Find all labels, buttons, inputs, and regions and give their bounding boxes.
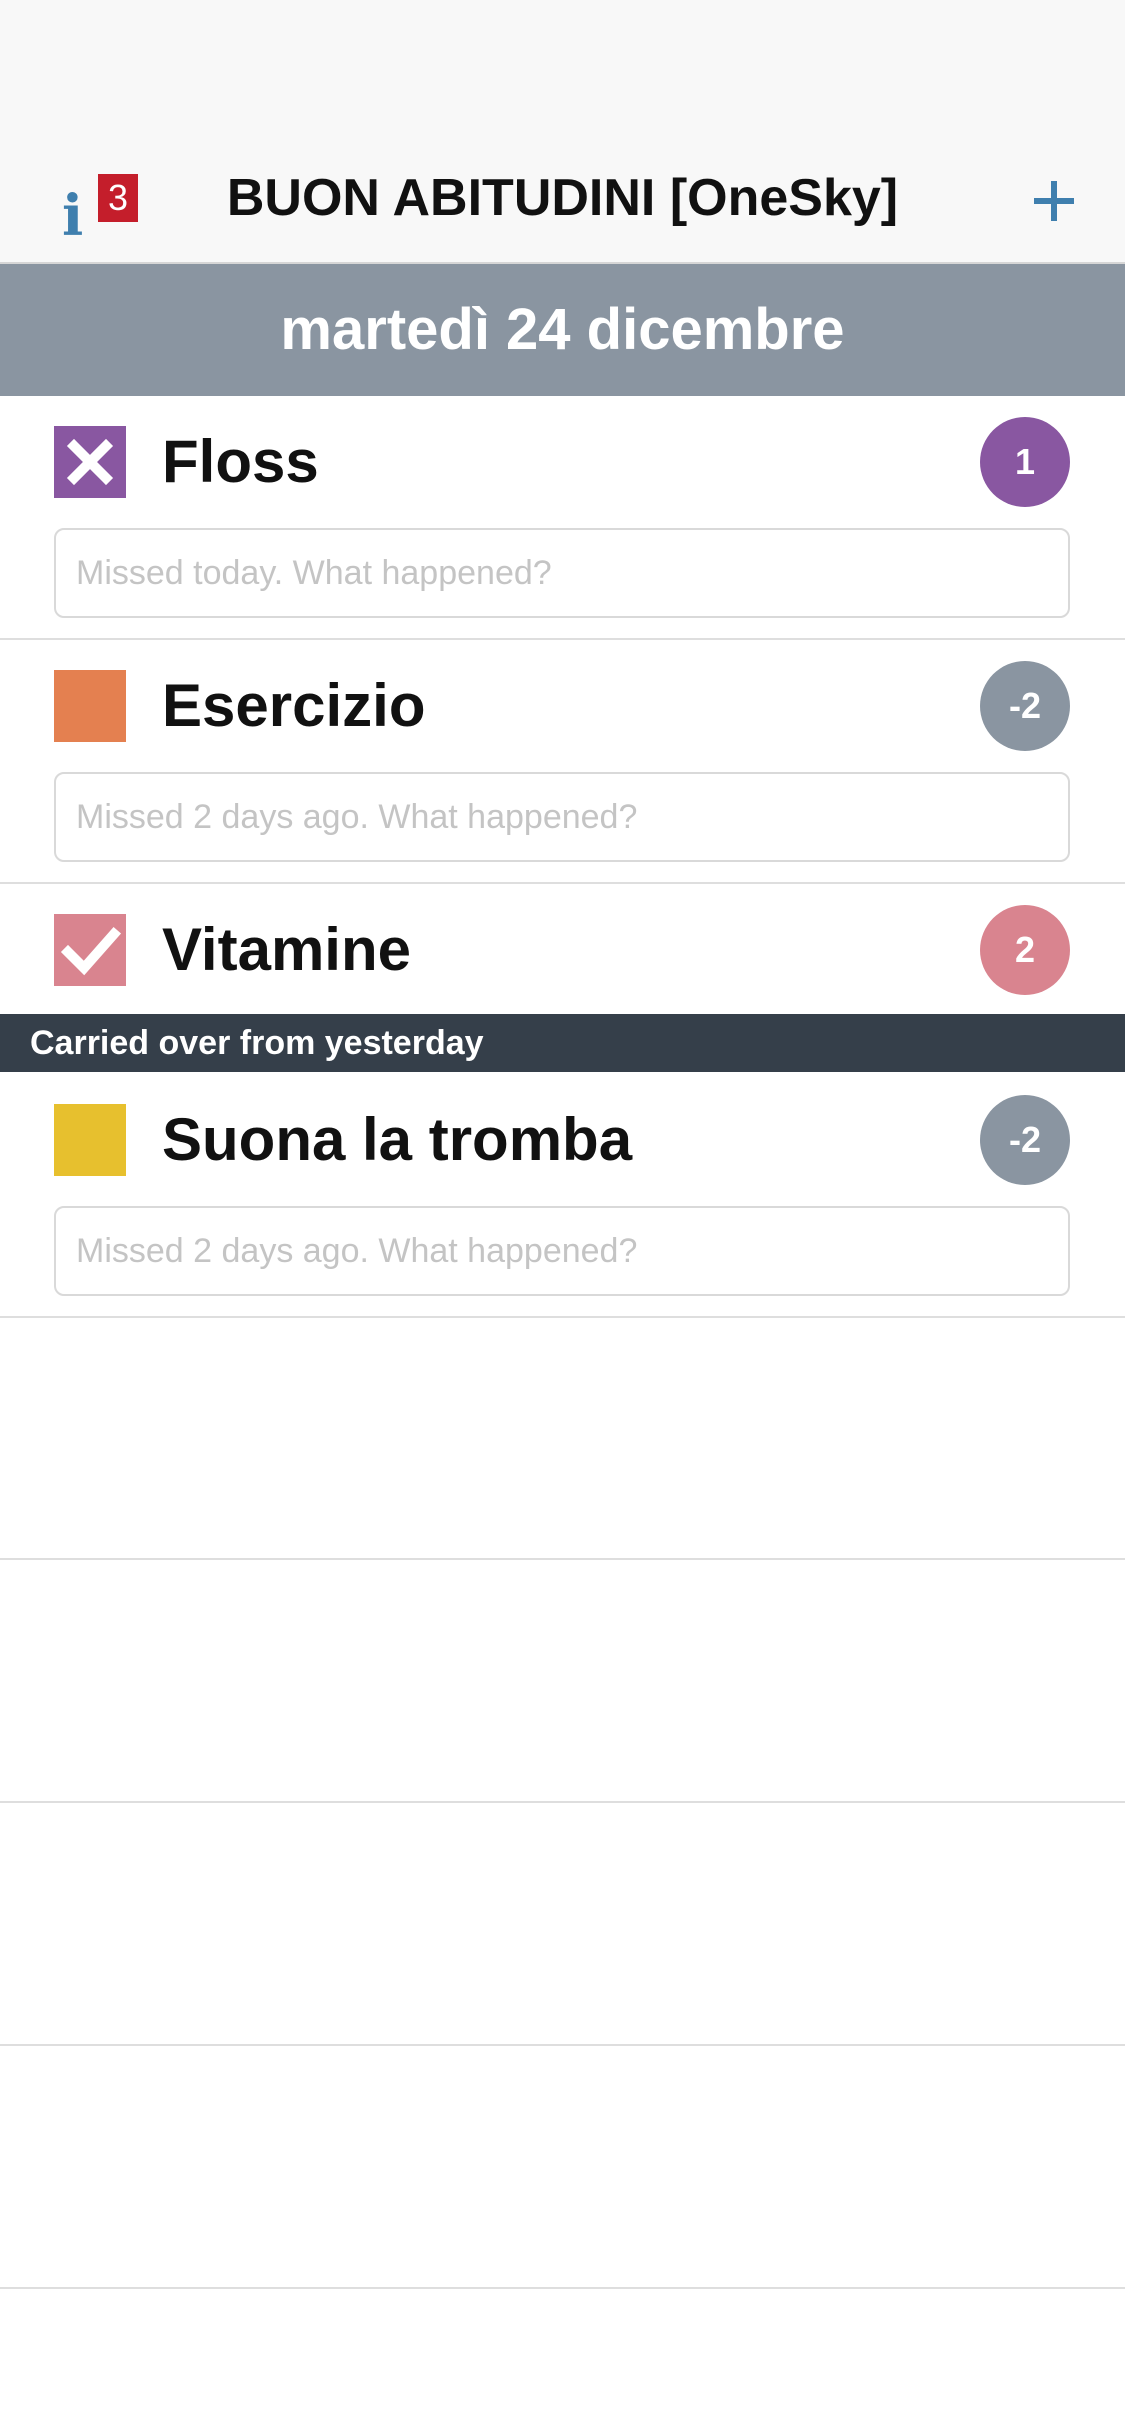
- habit-name[interactable]: Vitamine: [162, 910, 411, 990]
- page-title: BUON ABITUDINI [OneSky]: [226, 169, 899, 227]
- habit-checkbox[interactable]: [54, 1104, 126, 1176]
- empty-box-icon: [54, 1104, 126, 1176]
- row-separator: [0, 1558, 1125, 1560]
- row-separator: [0, 1801, 1125, 1803]
- habit-name[interactable]: Esercizio: [162, 666, 425, 746]
- empty-box-icon: [54, 670, 126, 742]
- habit-row-floss: Floss 1: [0, 396, 1125, 640]
- habit-row-vitamine: Vitamine 2: [0, 884, 1125, 1014]
- streak-badge: 1: [980, 417, 1070, 507]
- info-icon: i: [62, 183, 84, 249]
- add-habit-button[interactable]: [1030, 176, 1082, 228]
- carried-over-header: Carried over from yesterday: [0, 1014, 1125, 1072]
- streak-badge: 2: [980, 905, 1070, 995]
- navigation-bar: i 3 BUON ABITUDINI [OneSky]: [0, 132, 1125, 264]
- status-bar: [0, 0, 1125, 132]
- habit-name[interactable]: Suona la tromba: [162, 1100, 632, 1180]
- habit-checkbox[interactable]: [54, 426, 126, 498]
- habit-checkbox[interactable]: [54, 914, 126, 986]
- missed-note-input[interactable]: [54, 528, 1070, 618]
- streak-badge: -2: [980, 661, 1070, 751]
- habit-row-esercizio: Esercizio -2: [0, 640, 1125, 884]
- habit-checkbox[interactable]: [54, 670, 126, 742]
- x-mark-icon: [54, 426, 126, 498]
- habit-row-suona-la-tromba: Suona la tromba -2: [0, 1072, 1125, 1318]
- missed-note-input[interactable]: [54, 772, 1070, 862]
- info-button[interactable]: i 3: [56, 158, 146, 248]
- date-header: martedì 24 dicembre: [0, 264, 1125, 396]
- notification-badge: 3: [98, 174, 138, 222]
- missed-note-input[interactable]: [54, 1206, 1070, 1296]
- row-separator: [0, 2044, 1125, 2046]
- row-separator: [0, 2287, 1125, 2289]
- streak-badge: -2: [980, 1095, 1070, 1185]
- habit-name[interactable]: Floss: [162, 422, 319, 502]
- checkmark-icon: [54, 914, 126, 986]
